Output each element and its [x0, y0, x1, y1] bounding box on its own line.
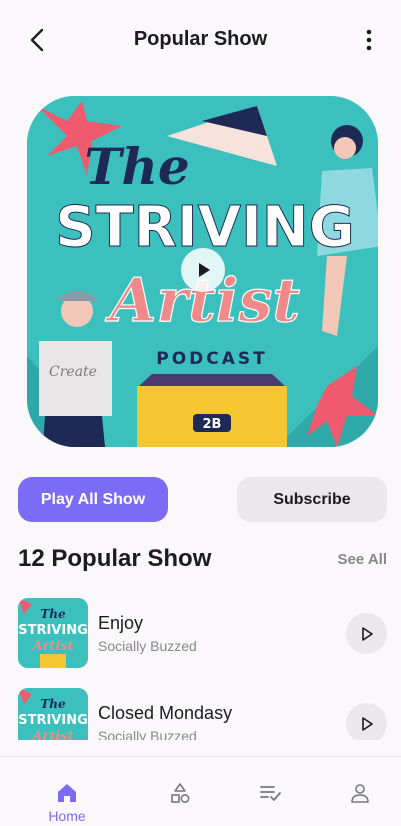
app-header: Popular Show — [0, 0, 401, 80]
playlist-check-icon — [260, 786, 281, 801]
tab-home-label: Home — [48, 808, 86, 824]
shapes-icon — [171, 783, 190, 804]
episode-title: Closed Mondasy — [98, 703, 233, 723]
tab-home[interactable]: Home — [27, 757, 107, 826]
play-icon — [361, 626, 373, 641]
see-all-link[interactable]: See All — [338, 551, 387, 568]
episode-thumbnail: The STRIVING Artist — [18, 598, 88, 668]
cover-create-text: Create — [49, 364, 97, 380]
cover-the-text: The — [84, 137, 189, 196]
svg-text:Artist: Artist — [30, 729, 73, 740]
cover-badge-text: 2B — [203, 417, 222, 432]
svg-text:STRIVING: STRIVING — [18, 623, 88, 638]
list-item[interactable]: The STRIVING Artist Closed Mondasy Socia… — [0, 680, 401, 740]
tab-profile[interactable] — [320, 757, 400, 826]
profile-icon — [351, 784, 369, 803]
list-item[interactable]: The STRIVING Artist Enjoy Socially Buzze… — [0, 590, 401, 670]
play-icon — [199, 263, 210, 277]
episode-play-button[interactable] — [346, 703, 387, 740]
svg-text:The: The — [40, 697, 66, 711]
episode-subtitle: Socially Buzzed — [98, 638, 197, 654]
tab-playlist[interactable] — [230, 757, 310, 826]
section-title: 12 Popular Show — [18, 545, 212, 572]
svg-text:The: The — [40, 607, 66, 621]
episode-subtitle: Socially Buzzed — [98, 728, 197, 740]
bottom-tab-bar: Home — [0, 756, 401, 826]
subscribe-button[interactable]: Subscribe — [237, 477, 387, 522]
play-icon — [361, 716, 373, 731]
episode-play-button[interactable] — [346, 613, 387, 654]
podcast-cover-art: Create 2B The STRIVING Artist PODCAST — [27, 96, 378, 447]
cover-podcast-text: PODCAST — [156, 349, 268, 369]
home-icon — [58, 784, 76, 802]
episode-list: The STRIVING Artist Enjoy Socially Buzze… — [0, 590, 401, 740]
cover-play-button[interactable] — [181, 248, 225, 292]
episode-title: Enjoy — [98, 613, 144, 633]
svg-text:Artist: Artist — [30, 639, 73, 654]
tab-explore[interactable] — [140, 757, 220, 826]
svg-text:STRIVING: STRIVING — [18, 713, 88, 728]
page-title: Popular Show — [133, 28, 268, 50]
episode-thumbnail: The STRIVING Artist — [18, 688, 88, 740]
more-vertical-icon — [366, 29, 372, 51]
more-options-button[interactable] — [357, 26, 381, 54]
play-all-button[interactable]: Play All Show — [18, 477, 168, 522]
